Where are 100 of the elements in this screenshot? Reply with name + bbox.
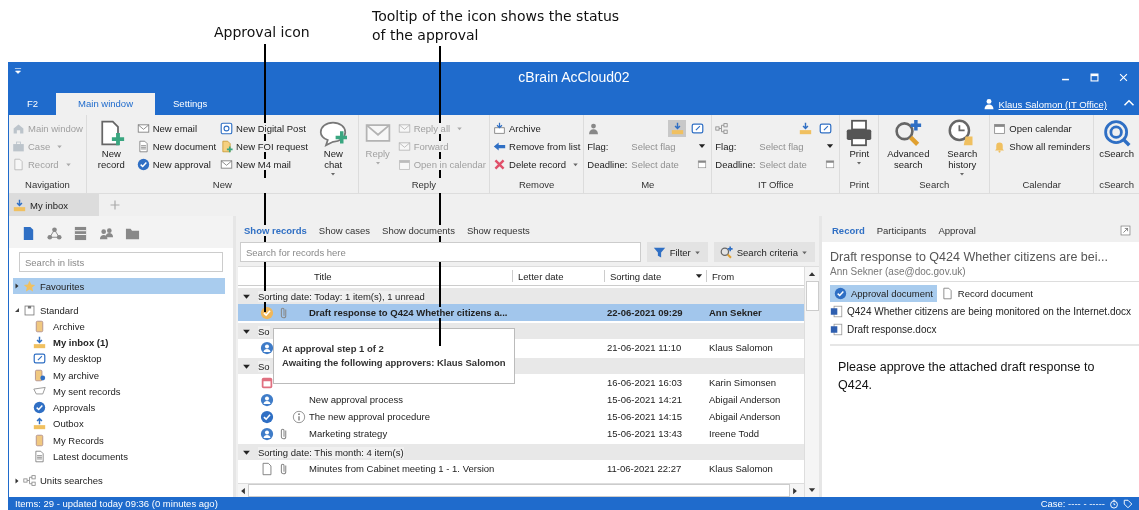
column-header[interactable]: Sorting date [604,270,706,282]
detail-tab[interactable]: Approval [938,225,976,236]
view-tab[interactable]: Show records [244,225,307,236]
document-tab[interactable]: My inbox [9,194,99,216]
group-label: So [258,360,270,372]
approval-check-icon[interactable] [260,409,274,424]
tooltip-text: At approval step 1 of 2 [282,342,385,356]
expand-icon[interactable] [13,282,21,290]
tree-item[interactable]: My sent records [9,383,233,400]
tree-item[interactable]: Approvals [9,399,233,416]
tag-icon[interactable] [1123,498,1133,509]
field-label: Flag: [587,140,610,152]
window-title: cBrain AcCloud02 [518,69,630,85]
attachment-link[interactable]: Draft response.docx [830,320,1139,338]
ribbon-button[interactable]: Delete record [493,155,581,173]
ribbon-button[interactable]: Archive [493,119,581,137]
tree-item[interactable]: My desktop [9,350,233,367]
menu-tab[interactable]: Main window [56,93,155,115]
menu-tab[interactable]: Settings [157,93,224,115]
list-view-button[interactable] [45,224,63,242]
column-header[interactable]: Title [306,270,512,282]
group-label: Sorting date: This month: 4 item(s) [258,446,404,458]
ribbon-button[interactable]: Open calendar [993,119,1091,137]
calendar-icon[interactable] [697,159,708,169]
ribbon-button[interactable]: Advanced search [882,119,935,173]
star-icon [23,279,36,293]
tree-item[interactable]: Units searches [13,472,225,489]
target-icon [220,121,234,135]
timer-icon[interactable] [1109,498,1119,509]
selected-row[interactable]: Draft response to Q424 Whether citizens a... 22-06-2021 09:29 Ann Sekner [238,304,804,321]
ribbon-button[interactable]: New M4 mail [220,155,308,173]
quick-access-icon[interactable] [13,66,23,76]
detail-tab[interactable]: Record [832,225,865,236]
column-header[interactable]: Letter date [512,270,604,282]
tree-item[interactable]: Standard [13,302,225,318]
ribbon-button[interactable]: New record [89,119,133,173]
person-badge-icon[interactable] [260,426,274,441]
toggle-button[interactable] [668,119,687,137]
view-tab[interactable]: Show documents [382,225,455,236]
envelope-icon [397,139,411,153]
table-cell-text: Ireene Todd [708,428,760,439]
envelope-icon [136,121,150,135]
search-plus-icon [894,119,923,147]
search-field[interactable]: Search for records here [240,242,641,262]
detail-tab[interactable]: Participants [876,225,927,236]
page-icon [12,157,25,171]
table-cell-text: 15-06-2021 14:21 [606,394,683,405]
nodes-icon [23,474,36,488]
tooltip-text: Awaiting the following approvers: Klaus Salomon [282,356,506,370]
document-tab[interactable]: Record document [936,285,1037,302]
calendar-icon[interactable] [825,159,836,169]
tree-item[interactable]: My Records [9,432,233,449]
close-icon[interactable] [1118,71,1129,83]
table-cell-text: 15-06-2021 13:43 [606,428,683,439]
page-icon[interactable] [260,461,274,476]
list-icon [72,225,88,241]
calendar-icon[interactable] [260,375,274,390]
tree-item[interactable]: Latest documents [9,448,233,465]
table-cell-text: Abigail Anderson [708,394,782,405]
group-header[interactable]: Sorting date: This month: 4 item(s) [238,444,804,460]
approval-check-icon[interactable] [260,305,274,320]
annotation-text: Approval icon [214,24,310,40]
group-header[interactable]: Sorting date: Today: 1 item(s), 1 unread [238,288,804,304]
inbox-tray-icon [798,121,812,135]
table-cell-text: Klaus Salomon [708,342,774,353]
tree-item[interactable]: Outbox [9,415,233,433]
ribbon-button[interactable]: New approval [136,155,217,173]
vertical-scrollbar[interactable] [804,267,819,497]
tree-item[interactable]: Favourites [13,278,225,294]
filter-button[interactable]: Filter [646,242,708,262]
user-link[interactable]: Klaus Salomon (IT Office) [998,99,1107,110]
document-plus-icon [220,139,234,153]
search-field[interactable]: Search in lists [19,252,223,272]
group-label: Sorting date: Today: 1 item(s), 1 unread [258,290,425,302]
ribbon-button[interactable]: New chat [311,119,355,173]
attachment-link[interactable]: Q424 Whether citizens are being monitored on the Internet.docx [830,302,1139,320]
tree-item[interactable]: Archive [9,318,233,335]
document-tab[interactable]: Approval document [830,285,937,302]
popout-icon[interactable] [1120,225,1131,236]
ribbon-button[interactable]: New email [136,119,217,137]
collapse-icon[interactable] [13,306,21,314]
expand-icon[interactable] [13,476,21,485]
ribbon-button[interactable]: cSearch [1097,119,1136,173]
tree-item[interactable]: My archive [9,366,233,384]
view-tab[interactable]: Show requests [466,225,530,236]
tree-item[interactable]: My inbox (1) [9,334,233,351]
ribbon-button[interactable]: Print [843,119,876,173]
maximize-icon[interactable] [1089,71,1100,83]
search-criteria-button[interactable]: Search criteria [713,242,815,262]
ribbon-button[interactable]: Search history [938,119,987,173]
inbox-tray-icon [13,198,26,212]
menu-tab[interactable]: F2 [11,93,55,115]
folder-person-icon [33,368,46,382]
calendar-icon [993,121,1007,135]
scroll-thumb[interactable] [805,281,819,311]
delete-icon [493,157,507,171]
message-text: Please approve the attached draft response to Q424. [830,344,1139,394]
person-badge-icon[interactable] [260,392,274,407]
person-badge-icon[interactable] [260,340,274,355]
view-tab[interactable]: Show cases [318,225,371,236]
